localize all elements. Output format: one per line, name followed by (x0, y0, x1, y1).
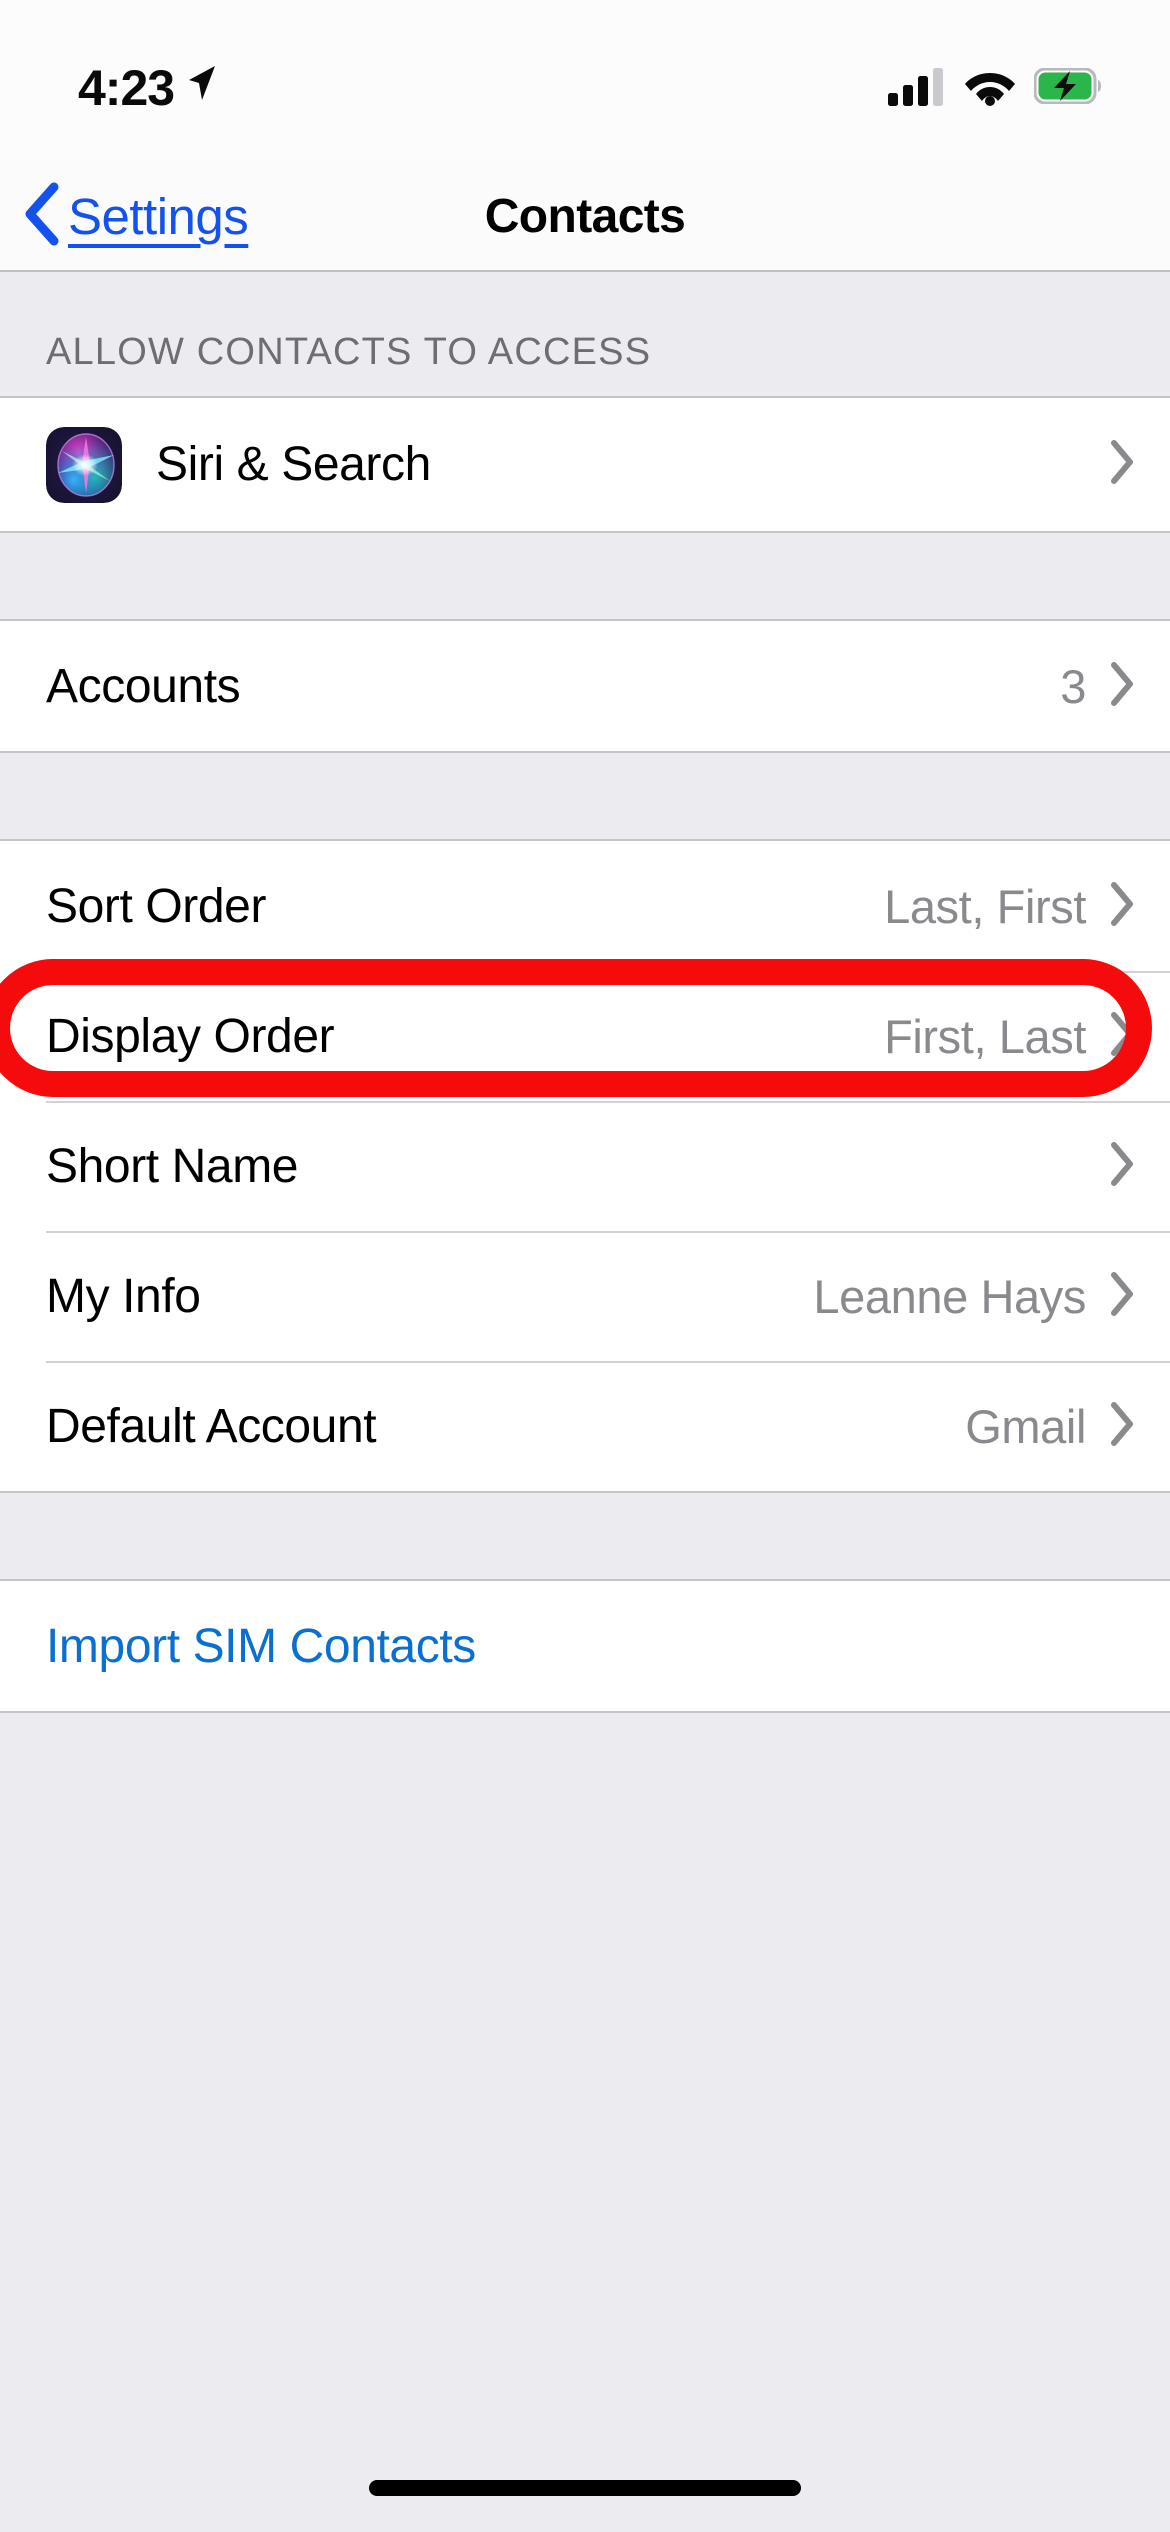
navigation-bar: Settings Contacts (0, 160, 1170, 272)
section-spacer-2 (0, 753, 1170, 839)
settings-row-value: Gmail (965, 1399, 1086, 1453)
settings-row-value: Last, First (884, 879, 1086, 933)
wifi-icon (964, 66, 1016, 111)
settings-row-sort-order[interactable]: Sort Order Last, First (0, 841, 1170, 971)
settings-row-value: First, Last (884, 1009, 1086, 1063)
chevron-right-icon (1110, 439, 1136, 490)
chevron-right-icon (1110, 1011, 1136, 1062)
settings-row-label: Default Account (46, 1399, 377, 1453)
status-bar-left: 4:23 (78, 59, 218, 117)
settings-row-short-name[interactable]: Short Name (0, 1101, 1170, 1231)
settings-row-label: My Info (46, 1269, 201, 1323)
settings-row-value: Leanne Hays (813, 1269, 1086, 1323)
chevron-right-icon (1110, 881, 1136, 932)
location-arrow-icon (184, 63, 218, 108)
settings-row-label: Siri & Search (156, 438, 431, 491)
cellular-signal-icon (888, 66, 946, 111)
chevron-right-icon (1110, 1401, 1136, 1452)
chevron-right-icon (1110, 661, 1136, 712)
chevron-left-icon (22, 182, 60, 251)
siri-icon (46, 426, 122, 503)
settings-row-value: 3 (1060, 659, 1086, 713)
settings-row-label: Sort Order (46, 879, 267, 933)
status-bar-right (888, 66, 1104, 111)
home-indicator-bar[interactable] (369, 2480, 801, 2496)
settings-row-siri-and-search[interactable]: Siri & Search (0, 398, 1170, 531)
chevron-right-icon (1110, 1141, 1136, 1192)
settings-row-accounts[interactable]: Accounts 3 (0, 621, 1170, 751)
section-spacer-3 (0, 1493, 1170, 1579)
settings-group-accounts: Accounts 3 (0, 619, 1170, 753)
section-header-allow-access: ALLOW CONTACTS TO ACCESS (0, 272, 1170, 396)
settings-row-my-info[interactable]: My Info Leanne Hays (0, 1231, 1170, 1361)
settings-row-label: Short Name (46, 1139, 299, 1193)
settings-group-name-formatting: Sort Order Last, First Display Order Fir… (0, 839, 1170, 1493)
settings-group-allow-access: Siri & Search (0, 396, 1170, 533)
settings-group-import-sim: Import SIM Contacts (0, 1579, 1170, 1713)
back-button[interactable]: Settings (22, 160, 249, 272)
section-spacer-1 (0, 533, 1170, 619)
battery-charging-icon (1033, 67, 1104, 109)
settings-row-label: Accounts (46, 659, 241, 713)
settings-row-label: Import SIM Contacts (46, 1619, 476, 1673)
status-bar: 4:23 (0, 0, 1170, 160)
settings-row-display-order[interactable]: Display Order First, Last (0, 971, 1170, 1101)
back-button-label: Settings (68, 187, 249, 245)
chevron-right-icon (1110, 1271, 1136, 1322)
settings-row-label: Display Order (46, 1009, 335, 1063)
status-bar-clock: 4:23 (78, 60, 175, 116)
settings-row-import-sim-contacts[interactable]: Import SIM Contacts (0, 1581, 1170, 1711)
iphone-settings-contacts-screen: 4:23 Settings Contacts ALLOW CONTACTS TO… (0, 0, 1170, 2532)
settings-table: ALLOW CONTACTS TO ACCESS Siri & Search A… (0, 272, 1170, 1713)
settings-row-default-account[interactable]: Default Account Gmail (0, 1361, 1170, 1491)
